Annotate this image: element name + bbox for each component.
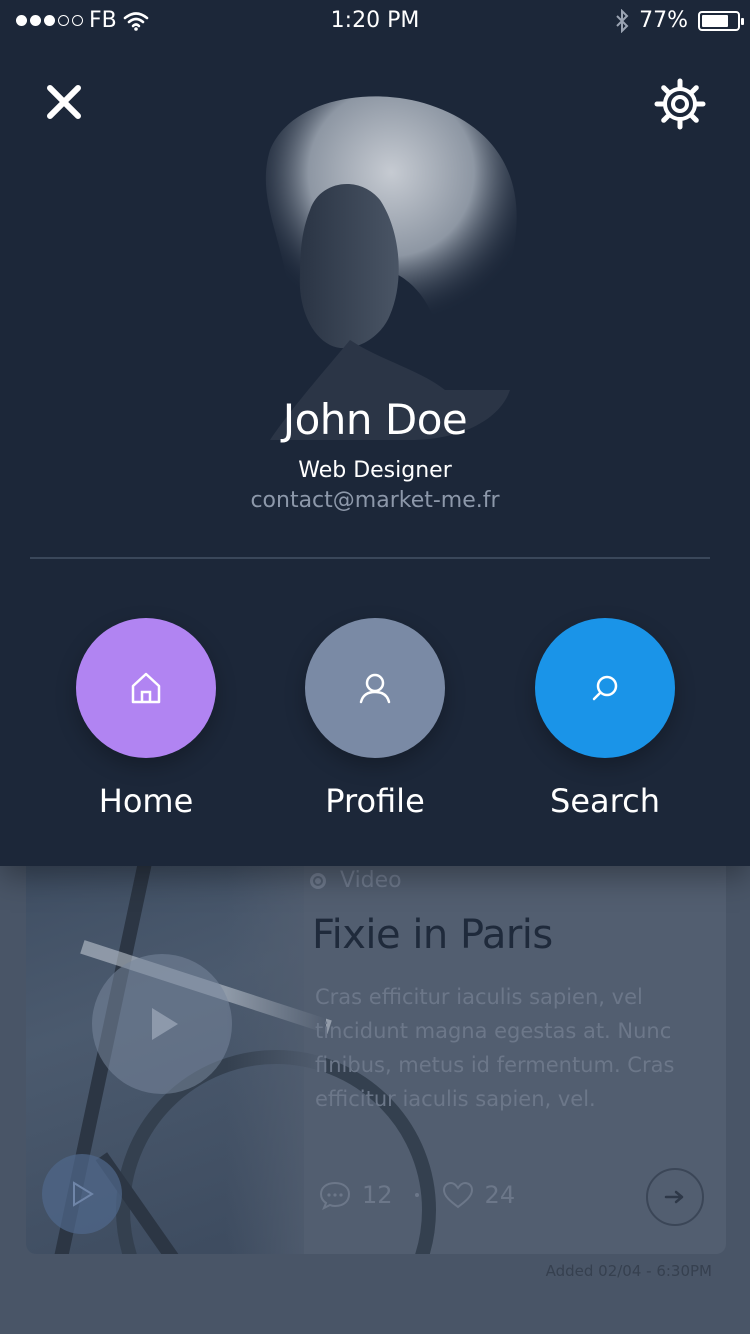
close-button[interactable] [44,82,84,122]
profile-email[interactable]: contact@market-me.fr [0,488,750,513]
heart-icon [442,1181,473,1209]
post-date: Added 02/04 - 6:30PM [545,1262,712,1280]
gear-icon [654,78,706,130]
nav-search-label: Search [550,782,660,820]
post-card[interactable]: Video Fixie in Paris Cras efficitur iacu… [26,800,726,1254]
post-type: Video [310,868,402,893]
side-drawer: FB 1:20 PM 77% John Doe Web Designer con… [0,0,750,866]
likes-stat[interactable]: 24 [441,1180,516,1210]
home-icon [131,672,161,704]
nav-profile-label: Profile [325,782,425,820]
play-button[interactable] [92,954,232,1094]
nav-home-label: Home [98,782,194,820]
comments-stat[interactable]: 12 [318,1180,393,1210]
separator-dot [414,1193,419,1197]
nav-home[interactable]: Home [46,618,246,820]
nav-profile[interactable]: Profile [275,618,475,820]
search-button[interactable] [535,618,675,758]
open-post-button[interactable] [646,1168,704,1226]
video-badge [42,1154,122,1234]
post-title: Fixie in Paris [312,912,553,958]
post-type-label: Video [340,868,402,893]
status-right: 77% [615,8,744,33]
search-icon [592,675,618,701]
settings-button[interactable] [654,78,706,130]
comment-icon [319,1181,351,1210]
status-bar: FB 1:20 PM 77% [0,0,750,40]
profile-name: John Doe [282,395,468,444]
profile-role: Web Designer [298,458,452,483]
divider [30,557,710,559]
home-button[interactable] [76,618,216,758]
arrow-right-icon [664,1190,684,1204]
battery-icon [698,10,744,31]
play-icon [152,1008,178,1040]
post-stats: 12 24 [318,1180,515,1210]
avatar [265,96,517,440]
post-excerpt: Cras efficitur iaculis sapien, vel tinci… [315,985,675,1111]
comments-count: 12 [362,1181,393,1209]
likes-count: 24 [484,1181,516,1209]
radio-dot-icon [310,872,326,889]
battery-percent: 77% [639,8,688,33]
user-icon [359,673,391,704]
battery-fill [702,14,729,27]
bluetooth-icon [616,8,629,33]
profile-button[interactable] [305,618,445,758]
play-outline-icon [73,1181,94,1207]
nav-search[interactable]: Search [505,618,705,820]
close-icon [47,85,81,119]
